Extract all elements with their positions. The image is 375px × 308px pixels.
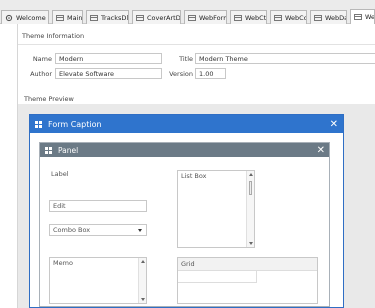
name-label: Name: [32, 55, 52, 63]
form-tab-icon: [274, 14, 282, 21]
divider: [18, 44, 375, 45]
form-close-icon[interactable]: ✕: [330, 119, 338, 130]
tab-coverartdlg[interactable]: CoverArtDlg: [132, 10, 181, 24]
panel-caption-text: Panel: [58, 145, 79, 155]
list-box-text: List Box: [181, 172, 207, 180]
gear-icon: [5, 14, 13, 21]
title-field[interactable]: Modern Theme: [195, 53, 375, 64]
theme-information-title: Theme Information: [22, 32, 85, 40]
tab-webdata[interactable]: WebData: [310, 10, 347, 24]
tab-label: WebData: [325, 13, 346, 22]
tab-welcome[interactable]: Welcome: [1, 10, 49, 24]
panel-menu-icon[interactable]: [45, 146, 52, 154]
preview-edit-field[interactable]: Edit: [49, 200, 147, 212]
tab-webforms[interactable]: WebForms: [184, 10, 227, 24]
form-tab-icon: [188, 14, 196, 21]
scroll-up-icon[interactable]: [141, 260, 145, 263]
title-label: Title: [179, 55, 193, 63]
form-tab-icon: [136, 14, 144, 21]
scroll-up-icon[interactable]: [249, 173, 253, 176]
theme-editor-page: Theme Information Name Modern Title Mode…: [17, 24, 375, 308]
name-field[interactable]: Modern: [55, 53, 162, 64]
preview-combo-box[interactable]: Combo Box: [49, 224, 147, 236]
memo-text: Memo: [53, 259, 73, 267]
panel-header: Panel ✕: [40, 143, 329, 157]
tab-strip: Welcome Main TracksDlg CoverArtDlg WebFo…: [0, 0, 375, 24]
scroll-down-icon[interactable]: [249, 242, 253, 245]
author-field[interactable]: Elevate Software: [55, 68, 162, 79]
tab-label: TracksDlg: [101, 13, 129, 22]
panel-close-icon[interactable]: ✕: [317, 145, 325, 156]
form-tab-icon: [234, 14, 242, 21]
tab-label: WebForms: [199, 13, 226, 22]
tab-label: CoverArtDlg: [147, 13, 181, 22]
form-caption-bar: Form Caption ✕: [30, 115, 343, 133]
preview-form: Form Caption ✕ Panel ✕ Label Edit Combo …: [29, 114, 344, 308]
combo-box-text: Combo Box: [53, 226, 91, 234]
form-tab-icon: [90, 14, 98, 21]
form-tab-icon: [354, 14, 362, 20]
tab-label: WebCore: [285, 13, 307, 22]
theme-preview-title: Theme Preview: [24, 95, 74, 103]
grid-cell[interactable]: [178, 271, 257, 283]
tab-web[interactable]: Web: [350, 9, 375, 24]
tab-label: Web: [365, 13, 375, 21]
tab-webcore[interactable]: WebCore: [270, 10, 307, 24]
author-label: Author: [30, 70, 52, 78]
preview-grid[interactable]: Grid: [177, 257, 318, 304]
form-caption-text: Form Caption: [48, 119, 102, 129]
scroll-down-icon[interactable]: [141, 298, 145, 301]
form-menu-icon[interactable]: [35, 120, 42, 128]
preview-label: Label: [51, 170, 69, 178]
version-label: Version: [169, 70, 193, 78]
preview-list-box[interactable]: List Box: [177, 170, 255, 248]
tab-label: Main: [67, 13, 83, 22]
preview-memo[interactable]: Memo: [49, 257, 147, 304]
list-box-scrollbar[interactable]: [246, 171, 254, 247]
form-tab-icon: [56, 14, 64, 21]
memo-scrollbar[interactable]: [138, 258, 146, 303]
scroll-thumb[interactable]: [249, 181, 252, 195]
form-tab-icon: [314, 14, 322, 21]
tab-label: WebCtrls: [245, 13, 267, 22]
tab-webctrls[interactable]: WebCtrls: [230, 10, 267, 24]
chevron-down-icon[interactable]: [138, 229, 142, 232]
version-field[interactable]: 1.00: [195, 68, 226, 79]
preview-panel: Panel ✕ Label Edit Combo Box Memo List B…: [39, 142, 330, 307]
tab-tracksdlg[interactable]: TracksDlg: [86, 10, 129, 24]
grid-header: Grid: [178, 258, 317, 271]
tab-main[interactable]: Main: [52, 10, 83, 24]
theme-preview-area: Form Caption ✕ Panel ✕ Label Edit Combo …: [18, 104, 375, 308]
tab-label: Welcome: [16, 13, 46, 22]
grid-text: Grid: [181, 260, 195, 268]
